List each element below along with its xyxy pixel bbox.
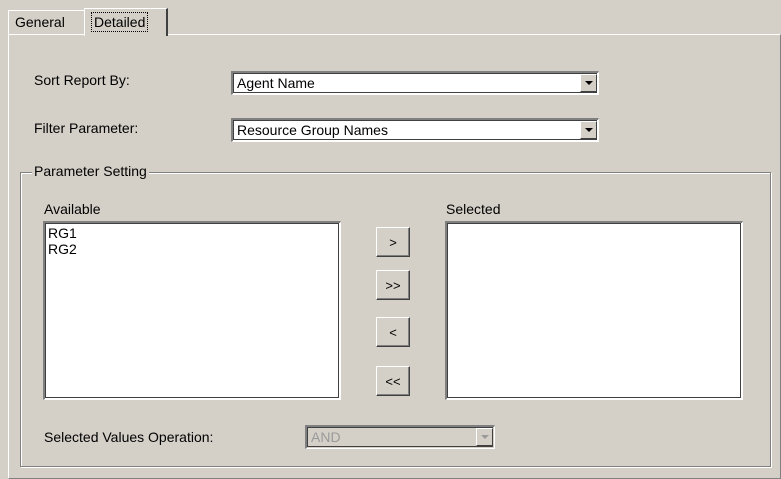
tab-detailed[interactable]: Detailed [84, 8, 168, 36]
tab-general[interactable]: General [8, 10, 86, 34]
tab-panel-detailed [8, 34, 781, 479]
tab-detailed-label: Detailed [91, 12, 149, 32]
tab-general-label: General [15, 14, 65, 30]
